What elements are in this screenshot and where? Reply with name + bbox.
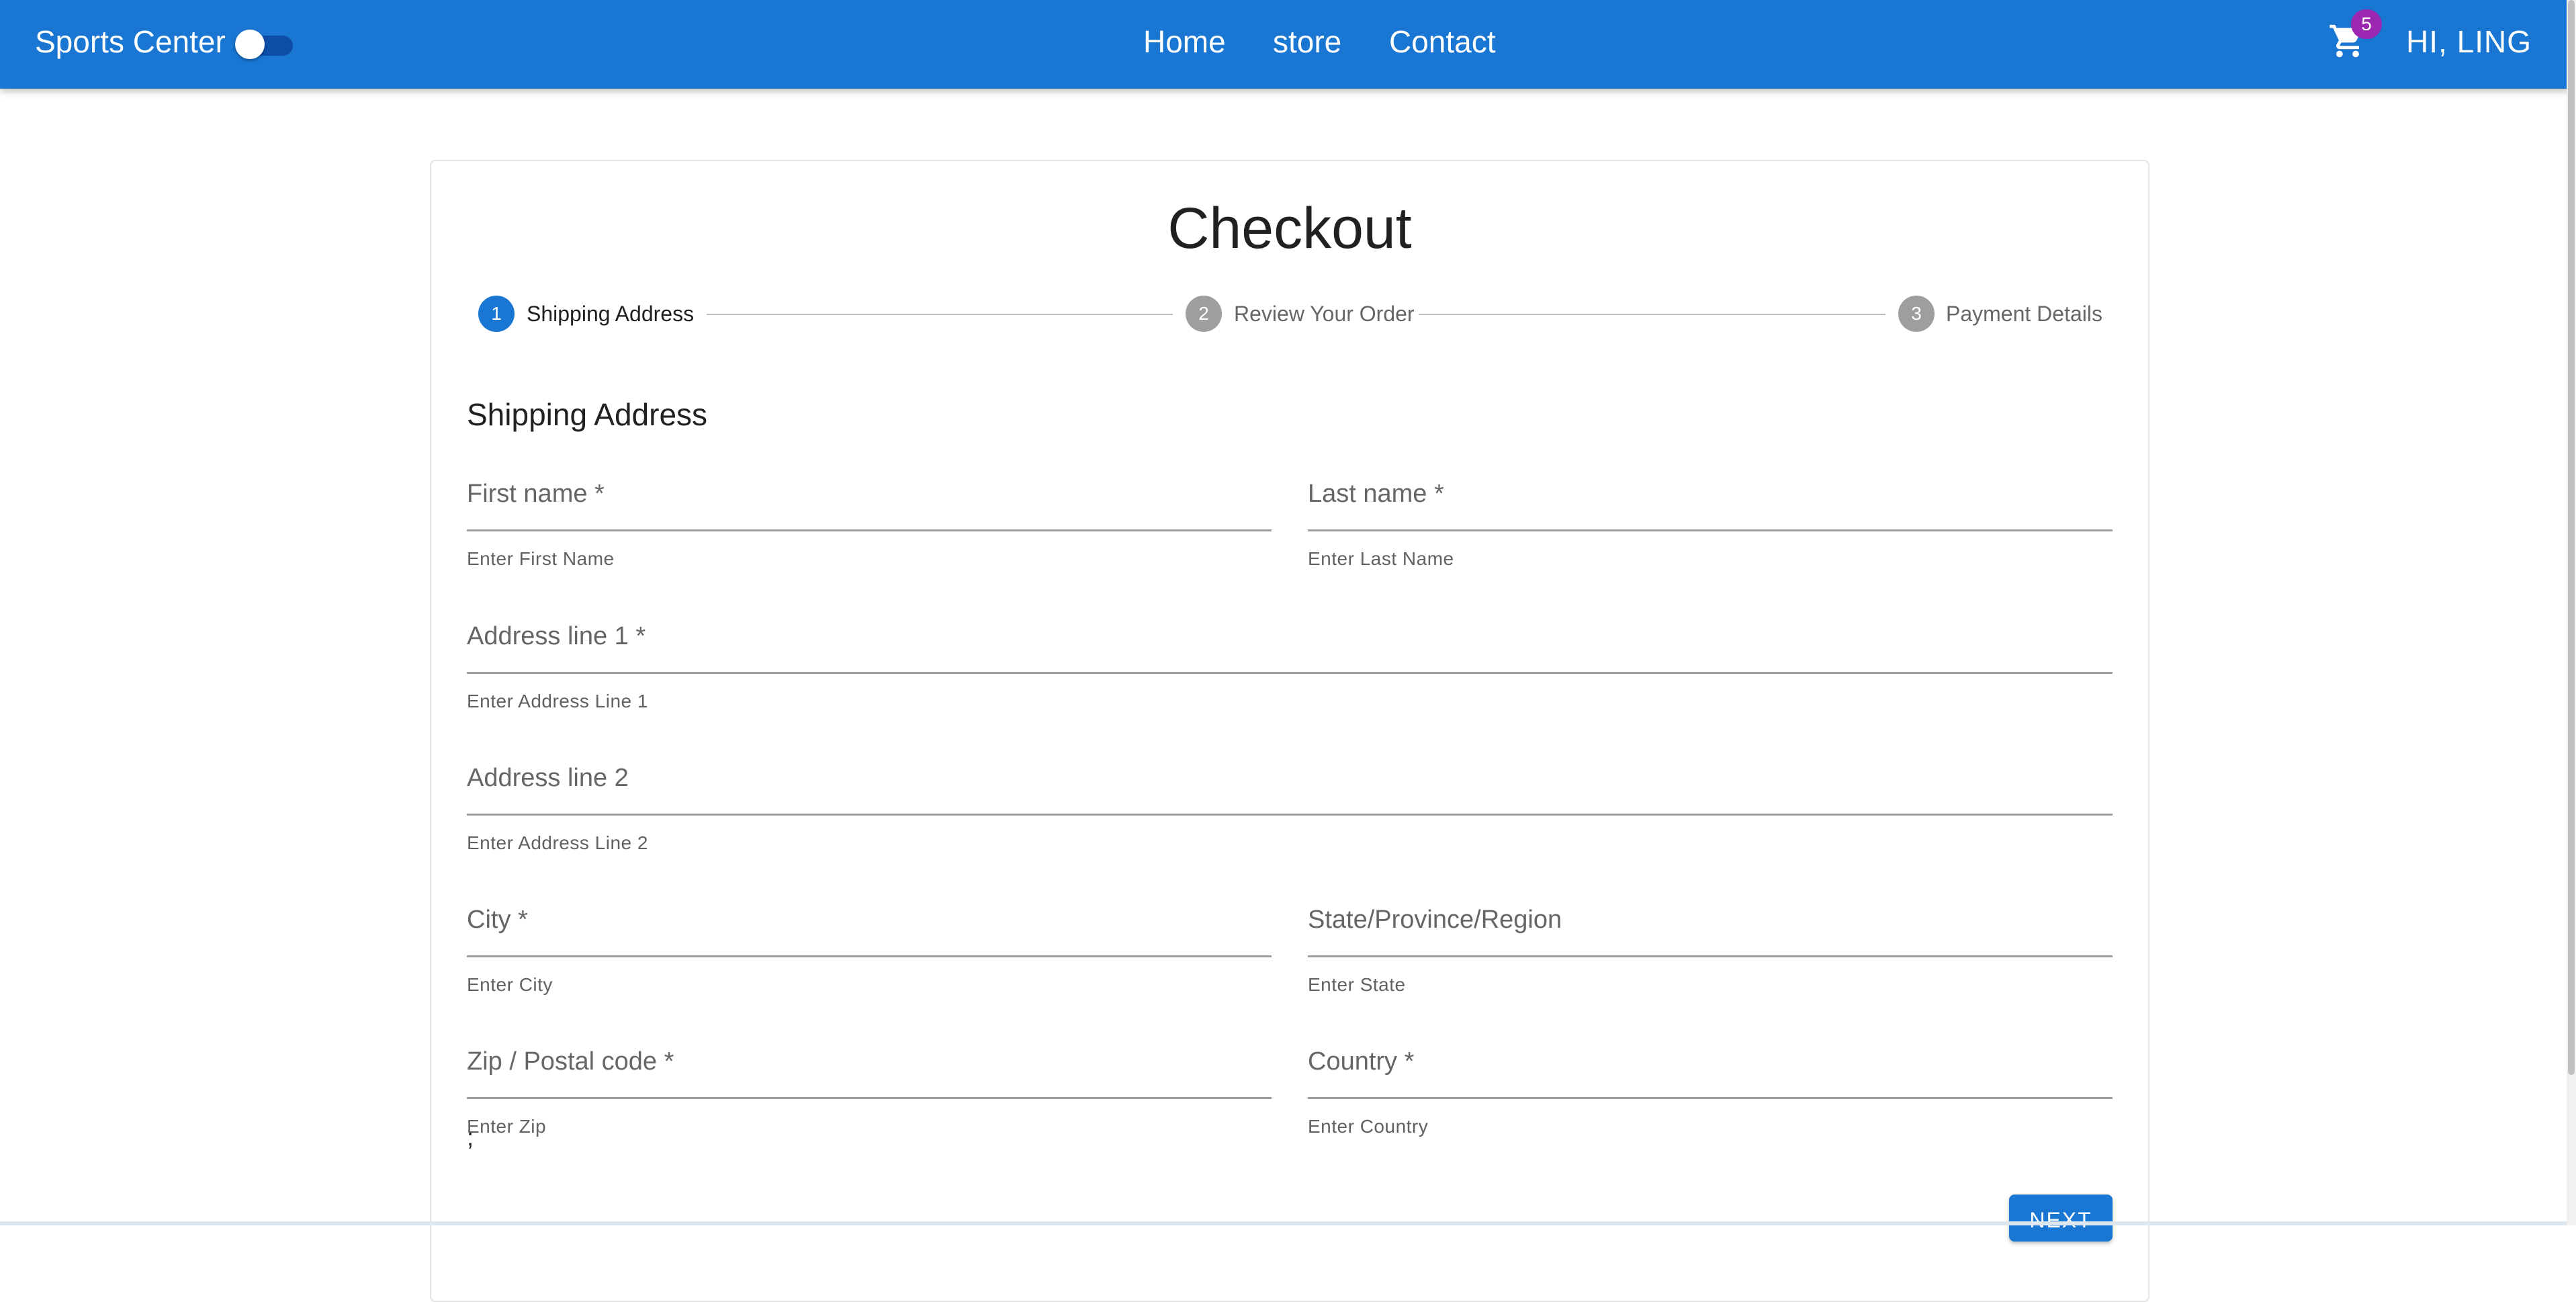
field-label: First name * — [467, 480, 605, 508]
field-helper: Enter State — [1308, 974, 1406, 995]
country-field[interactable]: Country * Enter Country — [1308, 1045, 2113, 1137]
step-1-circle: 1 — [478, 296, 515, 332]
field-label: State/Province/Region — [1308, 906, 1562, 934]
zip-field[interactable]: Zip / Postal code * Enter Zip — [467, 1045, 1272, 1137]
field-underline — [467, 814, 2113, 816]
field-helper: Enter Address Line 2 — [467, 832, 648, 853]
nav-home[interactable]: Home — [1143, 20, 1226, 63]
step-3-circle: 3 — [1898, 296, 1935, 332]
viewport-bottom-edge — [0, 1221, 2576, 1225]
step-2-circle: 2 — [1186, 296, 1222, 332]
page-title: Checkout — [1167, 196, 1412, 261]
field-underline — [1308, 1097, 2113, 1099]
field-label: Country * — [1308, 1047, 1415, 1076]
first-name-field[interactable]: First name * Enter First Name — [467, 477, 1272, 569]
field-helper: Enter City — [467, 974, 553, 995]
field-underline — [467, 529, 1272, 531]
field-label: Address line 2 — [467, 764, 629, 792]
step-connector — [1419, 314, 1885, 315]
step-connector — [707, 314, 1173, 315]
city-field[interactable]: City * Enter City — [467, 903, 1272, 995]
nav-store[interactable]: store — [1273, 20, 1341, 63]
user-greeting[interactable]: HI, LING — [2406, 20, 2532, 63]
address-line-2-field[interactable]: Address line 2 Enter Address Line 2 — [467, 761, 2113, 853]
field-underline — [467, 672, 2113, 674]
app-bar: Sports Center Home store Contact 5 HI, L… — [0, 0, 2576, 89]
step-3-label: Payment Details — [1946, 302, 2102, 326]
field-label: Address line 1 * — [467, 622, 646, 650]
field-underline — [1308, 955, 2113, 957]
address-line-1-field[interactable]: Address line 1 * Enter Address Line 1 — [467, 619, 2113, 711]
field-underline — [467, 955, 1272, 957]
nav-contact[interactable]: Contact — [1389, 20, 1496, 63]
page-scrollbar[interactable] — [2567, 0, 2576, 1225]
section-title: Shipping Address — [467, 397, 708, 432]
step-1-label: Shipping Address — [527, 302, 695, 326]
field-helper: Enter Country — [1308, 1116, 1429, 1137]
last-name-field[interactable]: Last name * Enter Last Name — [1308, 477, 2113, 569]
cart-count-badge: 5 — [2351, 9, 2382, 39]
field-label: City * — [467, 906, 528, 934]
field-underline — [1308, 529, 2113, 531]
next-button[interactable]: NEXT — [2009, 1195, 2113, 1242]
stray-text: ; — [467, 1123, 474, 1151]
state-field[interactable]: State/Province/Region Enter State — [1308, 903, 2113, 995]
scrollbar-thumb[interactable] — [2568, 0, 2575, 1075]
main-nav: Home store Contact — [0, 20, 2576, 63]
field-helper: Enter Address Line 1 — [467, 691, 648, 711]
step-2-label: Review Your Order — [1234, 302, 1415, 326]
field-helper: Enter Last Name — [1308, 548, 1454, 569]
field-helper: Enter Zip — [467, 1116, 547, 1137]
field-underline — [467, 1097, 1272, 1099]
field-helper: Enter First Name — [467, 548, 615, 569]
field-label: Zip / Postal code * — [467, 1047, 674, 1076]
field-label: Last name * — [1308, 480, 1444, 508]
